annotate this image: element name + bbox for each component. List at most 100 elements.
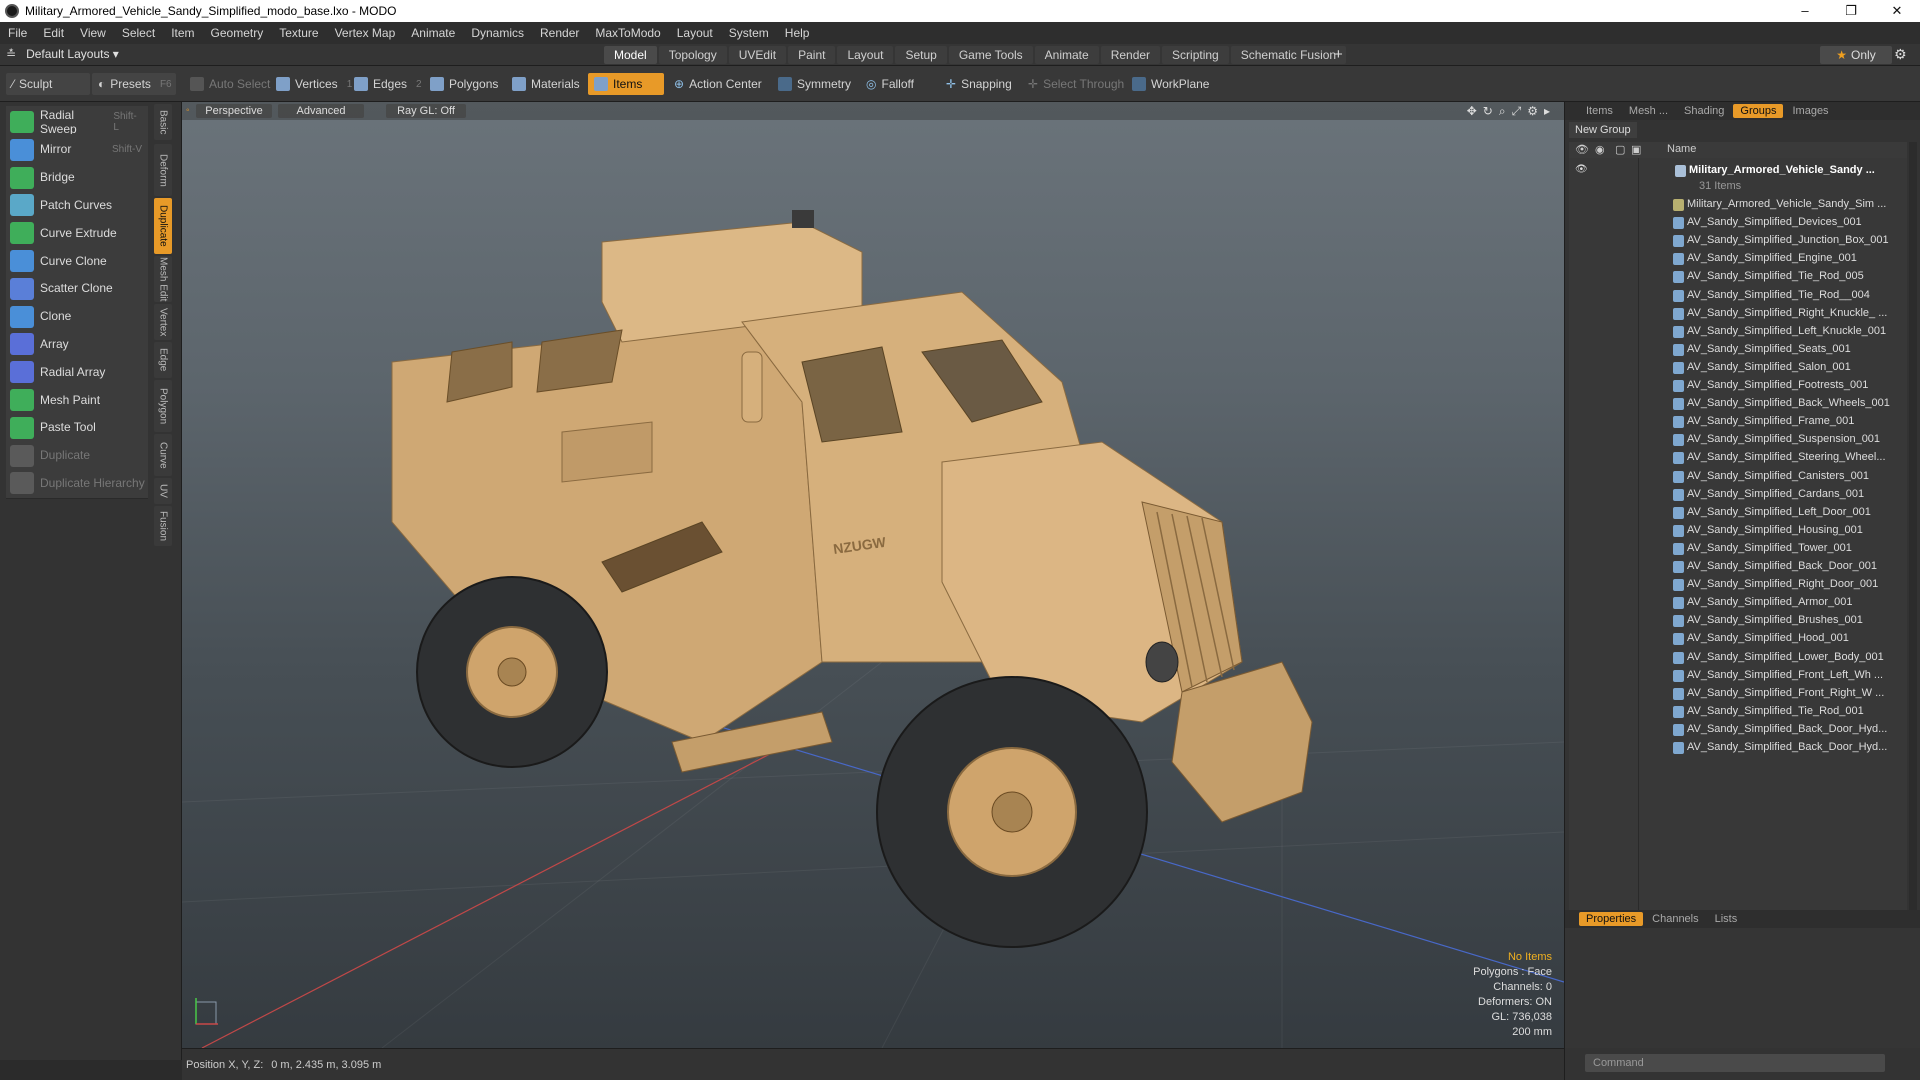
fit-icon[interactable]: ⤢ xyxy=(1512,104,1522,119)
panel-tab-items[interactable]: Items xyxy=(1579,104,1620,118)
tree-item[interactable]: AV_Sandy_Simplified_Right_Door_001 xyxy=(1569,576,1907,594)
viewport-settings-icon[interactable]: ⚙ xyxy=(1527,104,1538,119)
vtab-vertex[interactable]: Vertex xyxy=(154,304,172,340)
lock-col-icon[interactable]: ▢ xyxy=(1615,143,1625,156)
layout-arrow-icon[interactable]: ≛ xyxy=(6,47,16,61)
tree-item[interactable]: AV_Sandy_Simplified_Salon_001 xyxy=(1569,359,1907,377)
tree-item[interactable]: AV_Sandy_Simplified_Engine_001 xyxy=(1569,250,1907,268)
tree-item[interactable]: AV_Sandy_Simplified_Right_Knuckle_ ... xyxy=(1569,305,1907,323)
tree-item[interactable]: AV_Sandy_Simplified_Back_Door_Hyd... xyxy=(1569,739,1907,757)
close-button[interactable]: ✕ xyxy=(1874,3,1920,19)
tab-topology[interactable]: Topology xyxy=(658,46,727,64)
auto-select-button[interactable]: Auto Select xyxy=(184,73,276,95)
select-col-icon[interactable]: ▣ xyxy=(1631,143,1641,156)
tree-item[interactable]: AV_Sandy_Simplified_Hood_001 xyxy=(1569,630,1907,648)
tab-model[interactable]: Model xyxy=(604,46,657,64)
render-col-icon[interactable]: ◉ xyxy=(1595,143,1605,156)
tree-item[interactable]: AV_Sandy_Simplified_Front_Right_W ... xyxy=(1569,685,1907,703)
tree-item[interactable]: AV_Sandy_Simplified_Back_Door_Hyd... xyxy=(1569,721,1907,739)
vtab-duplicate[interactable]: Duplicate xyxy=(154,198,172,254)
command-input[interactable]: Command xyxy=(1585,1054,1885,1072)
perspective-button[interactable]: Perspective xyxy=(196,104,272,118)
only-button[interactable]: ★ Only xyxy=(1820,46,1892,64)
viewport-menu-icon[interactable]: ◦ xyxy=(186,105,190,116)
tree-item[interactable]: AV_Sandy_Simplified_Tower_001 xyxy=(1569,540,1907,558)
menu-item[interactable]: Item xyxy=(163,26,202,40)
tree-item[interactable]: AV_Sandy_Simplified_Front_Left_Wh ... xyxy=(1569,667,1907,685)
tab-uvedit[interactable]: UVEdit xyxy=(728,46,787,64)
tab-scripting[interactable]: Scripting xyxy=(1162,46,1229,64)
visibility-col-icon[interactable]: 👁 xyxy=(1575,143,1589,156)
tab-setup[interactable]: Setup xyxy=(895,46,947,64)
tree-item[interactable]: AV_Sandy_Simplified_Junction_Box_001 xyxy=(1569,232,1907,250)
vtab-fusion[interactable]: Fusion xyxy=(154,506,172,546)
new-group-button[interactable]: New Group xyxy=(1569,122,1637,138)
3d-viewport[interactable]: NZUGW ◦ Perspective Advanced Ray GL: Off… xyxy=(182,102,1564,1048)
menu-animate[interactable]: Animate xyxy=(403,26,463,40)
panel-tab-shading[interactable]: Shading xyxy=(1677,104,1731,118)
vtab-uv[interactable]: UV xyxy=(154,478,172,504)
tree-item[interactable]: AV_Sandy_Simplified_Seats_001 xyxy=(1569,341,1907,359)
tab-game-tools[interactable]: Game Tools xyxy=(948,46,1033,64)
add-tab-button[interactable]: + xyxy=(1334,46,1343,63)
edges-button[interactable]: Edges 2 xyxy=(348,73,428,95)
vtab-basic[interactable]: Basic xyxy=(154,104,172,140)
symmetry-button[interactable]: Symmetry xyxy=(772,73,857,95)
tree-item[interactable]: AV_Sandy_Simplified_Left_Door_001 xyxy=(1569,504,1907,522)
tree-item[interactable]: AV_Sandy_Simplified_Back_Door_001 xyxy=(1569,558,1907,576)
menu-help[interactable]: Help xyxy=(777,26,818,40)
polygons-button[interactable]: Polygons xyxy=(424,73,504,95)
menu-vertex-map[interactable]: Vertex Map xyxy=(327,26,404,40)
sculpt-button[interactable]: ⁄ Sculpt xyxy=(6,73,90,95)
menu-dynamics[interactable]: Dynamics xyxy=(463,26,532,40)
gear-icon[interactable]: ⚙ xyxy=(1894,46,1907,63)
props-tab-properties[interactable]: Properties xyxy=(1579,912,1644,926)
raygl-button[interactable]: Ray GL: Off xyxy=(386,104,466,118)
items-button[interactable]: Items xyxy=(588,73,664,95)
tree-item[interactable]: AV_Sandy_Simplified_Housing_001 xyxy=(1569,522,1907,540)
tree-item[interactable]: AV_Sandy_Simplified_Footrests_001 xyxy=(1569,377,1907,395)
menu-maxtomodo[interactable]: MaxToModo xyxy=(587,26,668,40)
vtab-mesh-edit[interactable]: Mesh Edit xyxy=(154,256,172,302)
props-tab-channels[interactable]: Channels xyxy=(1645,912,1705,926)
tree-item[interactable]: AV_Sandy_Simplified_Cardans_001 xyxy=(1569,486,1907,504)
tree-item[interactable]: AV_Sandy_Simplified_Suspension_001 xyxy=(1569,431,1907,449)
falloff-button[interactable]: ◎ Falloff xyxy=(860,73,920,95)
menu-file[interactable]: File xyxy=(0,26,35,40)
viewport-expand-icon[interactable]: ▸ xyxy=(1544,104,1550,119)
minimize-button[interactable]: – xyxy=(1782,3,1828,19)
tool-duplicate-hierarchy[interactable]: Duplicate Hierarchy xyxy=(6,467,148,500)
default-layouts-dropdown[interactable]: Default Layouts ▾ xyxy=(26,47,119,61)
menu-system[interactable]: System xyxy=(721,26,777,40)
menu-layout[interactable]: Layout xyxy=(669,26,721,40)
tree-item[interactable]: AV_Sandy_Simplified_Canisters_001 xyxy=(1569,468,1907,486)
tree-item[interactable]: AV_Sandy_Simplified_Tie_Rod__004 xyxy=(1569,287,1907,305)
tab-paint[interactable]: Paint xyxy=(788,46,836,64)
panel-tab-groups[interactable]: Groups xyxy=(1733,104,1784,118)
action-center-button[interactable]: ⊕ Action Center xyxy=(668,73,768,95)
props-tab-lists[interactable]: Lists xyxy=(1708,912,1745,926)
vtab-edge[interactable]: Edge xyxy=(154,342,172,378)
vtab-curve[interactable]: Curve xyxy=(154,434,172,476)
pan-icon[interactable]: ✥ xyxy=(1467,104,1477,119)
tree-item[interactable]: AV_Sandy_Simplified_Tie_Rod_001 xyxy=(1569,703,1907,721)
tree-scrollbar[interactable] xyxy=(1909,142,1917,918)
materials-button[interactable]: Materials xyxy=(506,73,586,95)
menu-render[interactable]: Render xyxy=(532,26,587,40)
tab-schematic-fusion[interactable]: Schematic Fusion xyxy=(1230,46,1347,64)
panel-tab-images[interactable]: Images xyxy=(1785,104,1835,118)
group-visibility-icon[interactable]: 👁 xyxy=(1575,164,1588,175)
presets-button[interactable]: ◐ Presets F6 xyxy=(92,73,176,95)
tree-item[interactable]: Military_Armored_Vehicle_Sandy_Sim ... xyxy=(1569,196,1907,214)
menu-geometry[interactable]: Geometry xyxy=(203,26,272,40)
tab-animate[interactable]: Animate xyxy=(1034,46,1099,64)
tree-item[interactable]: AV_Sandy_Simplified_Lower_Body_001 xyxy=(1569,649,1907,667)
tree-item[interactable]: AV_Sandy_Simplified_Back_Wheels_001 xyxy=(1569,395,1907,413)
workplane-button[interactable]: WorkPlane xyxy=(1126,73,1215,95)
maximize-button[interactable]: ❐ xyxy=(1828,3,1874,19)
vtab-deform[interactable]: Deform xyxy=(154,144,172,196)
zoom-icon[interactable]: ⌕ xyxy=(1499,104,1506,119)
rotate-icon[interactable]: ↻ xyxy=(1483,104,1493,119)
tree-item[interactable]: AV_Sandy_Simplified_Brushes_001 xyxy=(1569,612,1907,630)
tab-render[interactable]: Render xyxy=(1100,46,1161,64)
